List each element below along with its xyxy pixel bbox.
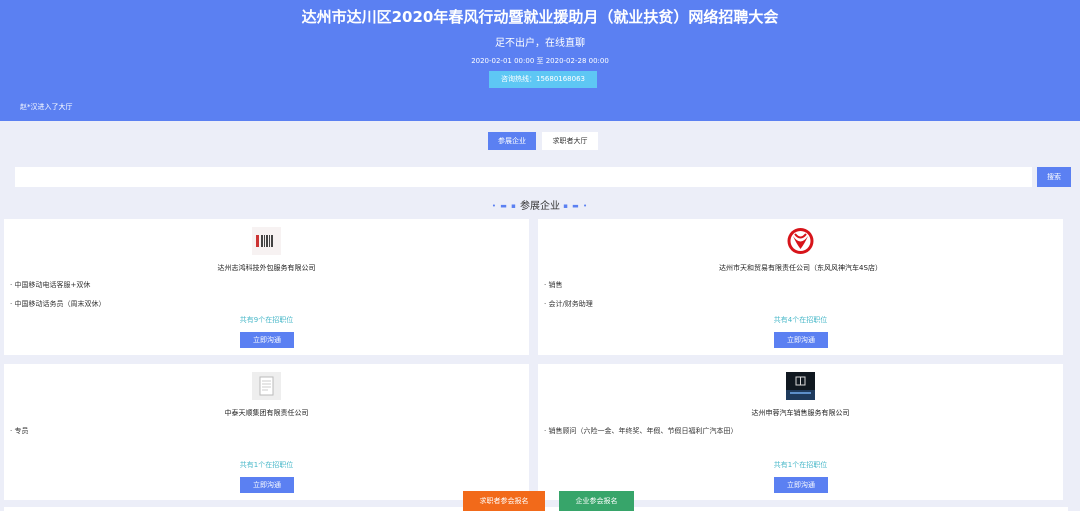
event-header: 达州市达川区2020年春风行动暨就业援助月（就业扶贫）网络招聘大会 足不出户，在… (0, 0, 1080, 121)
company-card: 中泰天顺集团有限责任公司 · 专员 共有1个在招职位 立即沟通 (4, 364, 529, 500)
job-item[interactable]: · 专员 (10, 426, 28, 436)
job-title: 会计/财务助理 (548, 300, 593, 308)
job-title: 专员 (14, 427, 29, 435)
company-name: 达州志鸿科技外包服务有限公司 (217, 264, 316, 272)
open-positions-count[interactable]: 共有9个在招职位 (4, 315, 529, 325)
tab-companies[interactable]: 参展企业 (488, 132, 536, 150)
contact-button[interactable]: 立即沟通 (774, 332, 828, 348)
company-card: 达州市天和贸易有限责任公司（东风风神汽车4S店） · 销售 · 会计/财务助理 … (538, 219, 1063, 355)
job-title: 中国移动话务员（周末双休） (14, 300, 106, 308)
open-positions-count[interactable]: 共有4个在招职位 (538, 315, 1063, 325)
company-name: 达州申蓉汽车销售服务有限公司 (751, 409, 850, 417)
job-item[interactable]: · 销售顾问（六险一金、年终奖、年假、节假日福利广汽本田） (544, 426, 737, 436)
left-dots-icon: • ▬ ▪ (491, 202, 517, 210)
hotline-badge: 咨询热线：15680168063 (489, 71, 597, 88)
section-heading: • ▬ ▪ 参展企业 ▪ ▬ • (0, 197, 1080, 212)
search-input[interactable] (15, 167, 1032, 187)
job-title: 中国移动电话客服+双休 (14, 281, 91, 289)
tab-seekers[interactable]: 求职者大厅 (542, 132, 598, 150)
event-dates: 2020-02-01 00:00 至 2020-02-28 00:00 (471, 57, 609, 65)
contact-button[interactable]: 立即沟通 (240, 332, 294, 348)
open-positions-count[interactable]: 共有1个在招职位 (538, 460, 1063, 470)
page-title: 达州市达川区2020年春风行动暨就业援助月（就业扶贫）网络招聘大会 (301, 8, 779, 26)
job-title: 销售顾问（六险一金、年终奖、年假、节假日福利广汽本田） (548, 427, 738, 435)
dongfeng-logo-icon (786, 227, 815, 255)
job-item[interactable]: · 中国移动话务员（周末双休） (10, 299, 105, 309)
striped-logo-icon (252, 227, 281, 255)
document-placeholder-icon (252, 372, 281, 400)
contact-button[interactable]: 立即沟通 (774, 477, 828, 493)
section-title: 参展企业 (520, 201, 560, 212)
right-dots-icon: ▪ ▬ • (563, 202, 589, 210)
company-card: 达州申蓉汽车销售服务有限公司 · 销售顾问（六险一金、年终奖、年假、节假日福利广… (538, 364, 1063, 500)
contact-button[interactable]: 立即沟通 (240, 477, 294, 493)
job-title: 销售 (548, 281, 563, 289)
search-button[interactable]: 搜索 (1037, 167, 1071, 187)
page-subtitle: 足不出户，在线直聊 (495, 38, 585, 49)
visitor-ticker: 赵*汉进入了大厅 (20, 103, 73, 111)
company-card: 达州志鸿科技外包服务有限公司 · 中国移动电话客服+双休 · 中国移动话务员（周… (4, 219, 529, 355)
car-showroom-logo-icon (786, 372, 815, 400)
job-item[interactable]: · 中国移动电话客服+双休 (10, 280, 90, 290)
seeker-signup-button[interactable]: 求职者参会报名 (463, 491, 545, 511)
job-item[interactable]: · 销售 (544, 280, 562, 290)
company-name: 中泰天顺集团有限责任公司 (224, 409, 309, 417)
company-name: 达州市天和贸易有限责任公司（东风风神汽车4S店） (719, 264, 882, 272)
company-signup-button[interactable]: 企业参会报名 (559, 491, 634, 511)
job-item[interactable]: · 会计/财务助理 (544, 299, 593, 309)
open-positions-count[interactable]: 共有1个在招职位 (4, 460, 529, 470)
